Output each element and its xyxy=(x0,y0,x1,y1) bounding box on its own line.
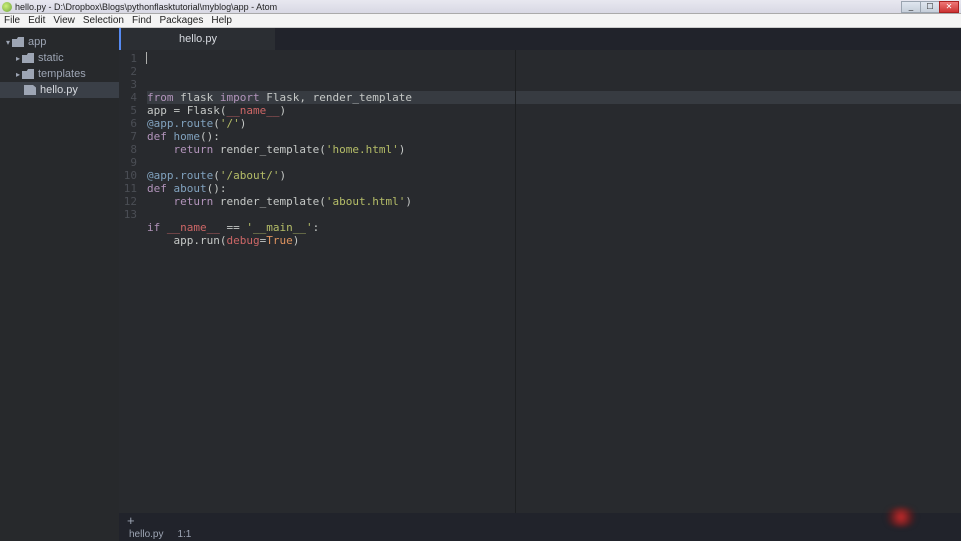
code-line[interactable]: from flask import Flask, render_template xyxy=(147,91,961,104)
code-line[interactable]: @app.route('/') xyxy=(147,117,961,130)
line-number: 1 xyxy=(119,52,137,65)
line-number: 8 xyxy=(119,143,137,156)
code-line[interactable] xyxy=(147,247,961,260)
chevron-right-icon: ▸ xyxy=(14,70,22,79)
window-controls: _ ☐ ✕ xyxy=(902,1,959,13)
minimize-button[interactable]: _ xyxy=(901,1,921,13)
folder-icon xyxy=(22,69,34,79)
code-line[interactable]: if __name__ == '__main__': xyxy=(147,221,961,234)
code-line[interactable] xyxy=(147,156,961,169)
code-line[interactable]: return render_template('home.html') xyxy=(147,143,961,156)
tab-hello[interactable]: hello.py xyxy=(119,28,275,50)
tree-root-label: app xyxy=(28,36,46,48)
chevron-right-icon: ▸ xyxy=(14,54,22,63)
menu-packages[interactable]: Packages xyxy=(159,15,203,26)
chevron-down-icon: ▾ xyxy=(4,38,12,47)
text-caret xyxy=(146,52,147,64)
menu-find[interactable]: Find xyxy=(132,15,151,26)
status-bar: hello.py 1:1 xyxy=(119,527,961,541)
line-number: 5 xyxy=(119,104,137,117)
code-line[interactable] xyxy=(147,208,961,221)
menu-view[interactable]: View xyxy=(53,15,75,26)
code-line[interactable]: app = Flask(__name__) xyxy=(147,104,961,117)
tab-label: hello.py xyxy=(179,33,217,45)
project-tree[interactable]: ▾ app ▸ static ▸ templates hello.py xyxy=(0,28,119,541)
tree-folder-static[interactable]: ▸ static xyxy=(0,50,119,66)
code-line[interactable]: @app.route('/about/') xyxy=(147,169,961,182)
line-number: 3 xyxy=(119,78,137,91)
tree-folder-label: static xyxy=(38,52,64,64)
code-line[interactable]: app.run(debug=True) xyxy=(147,234,961,247)
code-line[interactable]: def home(): xyxy=(147,130,961,143)
line-number: 7 xyxy=(119,130,137,143)
editor-region: hello.py 12345678910111213 from flask im… xyxy=(119,28,961,541)
add-tab-button[interactable]: + xyxy=(127,513,135,528)
menu-help[interactable]: Help xyxy=(211,15,232,26)
line-number: 13 xyxy=(119,208,137,221)
file-icon xyxy=(24,85,36,95)
line-number: 9 xyxy=(119,156,137,169)
code-area[interactable]: from flask import Flask, render_template… xyxy=(143,50,961,513)
tree-file-hello[interactable]: hello.py xyxy=(0,82,119,98)
line-number: 4 xyxy=(119,91,137,104)
code-line[interactable]: return render_template('about.html') xyxy=(147,195,961,208)
line-number: 12 xyxy=(119,195,137,208)
line-number: 2 xyxy=(119,65,137,78)
gutter: 12345678910111213 xyxy=(119,50,143,513)
atom-app-icon xyxy=(2,2,12,12)
tree-file-label: hello.py xyxy=(40,84,78,96)
code-line[interactable]: def about(): xyxy=(147,182,961,195)
line-number: 11 xyxy=(119,182,137,195)
wrap-guide xyxy=(515,50,516,513)
menu-bar: File Edit View Selection Find Packages H… xyxy=(0,14,961,28)
line-number: 6 xyxy=(119,117,137,130)
window-title: hello.py - D:\Dropbox\Blogs\pythonflaskt… xyxy=(15,2,902,12)
status-file[interactable]: hello.py xyxy=(129,529,163,540)
recording-glow-icon xyxy=(881,507,921,527)
status-position[interactable]: 1:1 xyxy=(177,529,191,540)
tab-bar: hello.py xyxy=(119,28,961,50)
maximize-button[interactable]: ☐ xyxy=(920,1,940,13)
tree-root[interactable]: ▾ app xyxy=(0,34,119,50)
folder-icon xyxy=(12,37,24,47)
menu-edit[interactable]: Edit xyxy=(28,15,45,26)
window-titlebar: hello.py - D:\Dropbox\Blogs\pythonflaskt… xyxy=(0,0,961,14)
tree-folder-templates[interactable]: ▸ templates xyxy=(0,66,119,82)
editor-body[interactable]: 12345678910111213 from flask import Flas… xyxy=(119,50,961,513)
folder-icon xyxy=(22,53,34,63)
close-button[interactable]: ✕ xyxy=(939,1,959,13)
line-number: 10 xyxy=(119,169,137,182)
menu-selection[interactable]: Selection xyxy=(83,15,124,26)
new-tab-row: + xyxy=(119,513,961,527)
menu-file[interactable]: File xyxy=(4,15,20,26)
main-area: ▾ app ▸ static ▸ templates hello.py hell… xyxy=(0,28,961,541)
tree-folder-label: templates xyxy=(38,68,86,80)
